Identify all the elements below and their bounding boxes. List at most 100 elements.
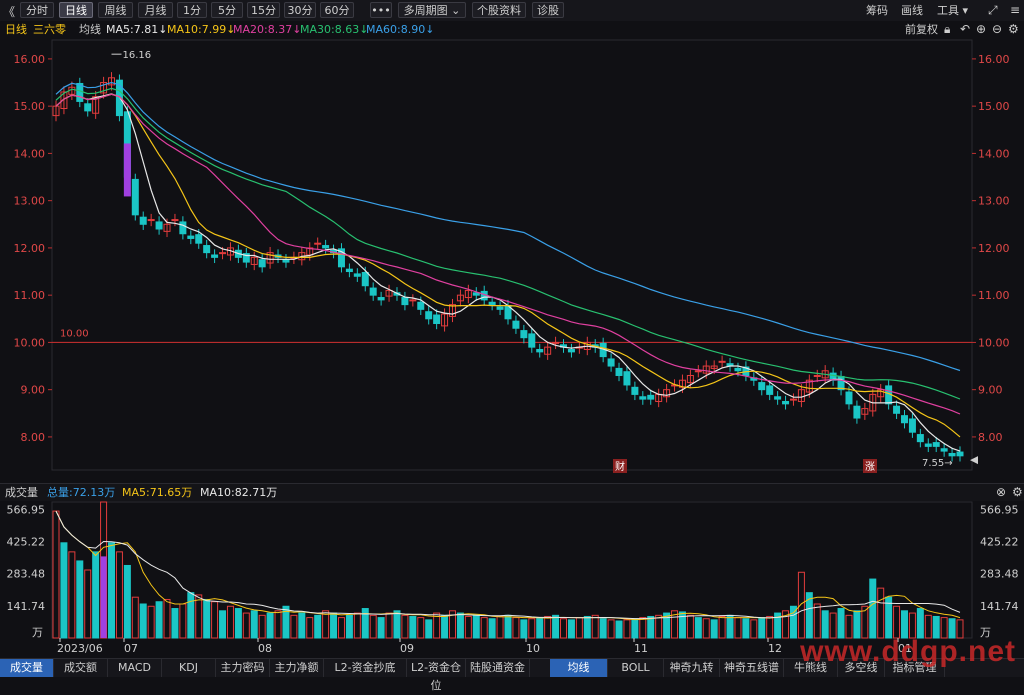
price-tick-label-right: 10.00 xyxy=(978,336,1010,349)
price-tick-label-right: 9.00 xyxy=(978,384,1003,397)
volume-bar xyxy=(488,618,496,639)
volume-bar xyxy=(639,617,647,639)
candle-body xyxy=(179,221,187,235)
volume-bar xyxy=(742,618,750,639)
volume-bar xyxy=(726,614,734,639)
candle-body xyxy=(813,374,821,377)
candle-body xyxy=(155,221,163,230)
volume-bar xyxy=(552,614,560,639)
volume-bar xyxy=(655,614,663,639)
indicator-tab-9[interactable]: 均线 xyxy=(550,659,608,677)
volume-bar xyxy=(139,603,147,639)
indicator-tab-1[interactable]: 成交额 xyxy=(54,659,108,677)
high-price-label: 16.16 xyxy=(123,50,152,61)
volume-bar xyxy=(758,617,766,639)
volume-unit-left: 万 xyxy=(32,626,43,639)
x-axis-label: 2023/06 xyxy=(57,642,103,655)
volume-bar xyxy=(274,610,282,639)
ma30-line xyxy=(55,87,961,400)
volume-bar xyxy=(187,592,195,639)
volume-bar xyxy=(226,605,234,639)
candle-body xyxy=(211,254,219,258)
candle-body xyxy=(782,400,790,405)
volume-bar xyxy=(734,617,742,639)
candle-body xyxy=(734,367,742,372)
candle-body xyxy=(187,235,195,239)
candle-body xyxy=(932,442,940,447)
volume-title[interactable]: 成交量 xyxy=(5,484,38,501)
indicator-tab-11[interactable]: 神奇九转 xyxy=(664,659,720,677)
volume-bar xyxy=(797,571,805,639)
candle-body xyxy=(845,391,853,405)
indicator-tab-10[interactable]: BOLL xyxy=(608,659,664,677)
candle-body xyxy=(647,394,655,400)
x-axis-label: 10 xyxy=(526,642,540,655)
volume-bar xyxy=(694,617,702,639)
volume-bar xyxy=(520,619,528,639)
kline-chart[interactable]: 16.00 16.00 15.00 15.00 14.00 14.00 13.00 13.00… xyxy=(0,0,1024,676)
volume-bar xyxy=(591,614,599,639)
indicator-tab-8[interactable]: 陆股通资金 xyxy=(466,659,530,677)
volume-bar xyxy=(512,617,520,639)
indicator-tab-7[interactable]: L2-资金仓位 xyxy=(407,659,466,692)
candle-body xyxy=(171,219,179,222)
candle-body xyxy=(377,297,385,301)
candle-body xyxy=(84,103,92,112)
volume-bar xyxy=(219,610,227,639)
candle-body xyxy=(567,349,575,353)
indicator-tab-12[interactable]: 神奇五线谱 xyxy=(720,659,784,677)
earnings-marker: 财 xyxy=(615,460,625,473)
candle-body xyxy=(940,448,948,452)
x-axis-label: 07 xyxy=(124,642,138,655)
volume-bar xyxy=(528,618,536,639)
indicator-tab-6[interactable]: L2-资金抄底 xyxy=(324,659,407,677)
price-tick-label-left: 8.00 xyxy=(21,431,46,444)
settings-icon[interactable]: ⚙ xyxy=(1012,484,1023,501)
indicator-tab-4[interactable]: 主力密码 xyxy=(216,659,270,677)
volume-bar xyxy=(314,614,322,639)
price-tick-label-left: 9.00 xyxy=(21,384,46,397)
volume-bar xyxy=(131,596,139,639)
volume-bar xyxy=(615,620,623,639)
watermark: www.ddgp.net xyxy=(800,635,1016,668)
candle-body xyxy=(718,360,726,363)
volume-bar xyxy=(76,560,84,639)
volume-bar xyxy=(560,618,568,639)
candle-body xyxy=(623,371,631,386)
volume-bar xyxy=(393,610,401,639)
price-frame xyxy=(51,39,973,471)
volume-bar xyxy=(330,612,338,639)
volume-bar xyxy=(441,614,449,639)
price-tick-label-right: 14.00 xyxy=(978,147,1010,160)
volume-bar xyxy=(234,608,242,639)
volume-bar xyxy=(623,619,631,639)
volume-tick-label-right: 566.95 xyxy=(980,503,1019,516)
volume-legend-bar: 成交量 总量:72.13万 MA5:71.65万 MA10:82.71万 ⊗ ⚙ xyxy=(0,483,1024,501)
indicator-tab-2[interactable]: MACD xyxy=(108,659,162,677)
candle-body xyxy=(401,297,409,306)
indicator-tab-3[interactable]: KDJ xyxy=(162,659,216,677)
indicator-tab-5[interactable]: 主力净额 xyxy=(270,659,324,677)
volume-bar xyxy=(417,617,425,639)
candle-body xyxy=(369,287,377,296)
volume-bar xyxy=(472,614,480,639)
close-icon[interactable]: ⊗ xyxy=(996,484,1006,501)
price-tick-label-left: 10.00 xyxy=(14,336,46,349)
candle-body xyxy=(916,434,924,443)
candle-body xyxy=(139,216,147,225)
volume-bar xyxy=(361,608,369,639)
volume-bar xyxy=(813,603,821,639)
volume-bar xyxy=(385,612,393,639)
volume-bar xyxy=(567,619,575,639)
volume-bar xyxy=(84,569,92,639)
volume-bar xyxy=(203,598,211,639)
volume-bar xyxy=(401,614,409,639)
volume-bar xyxy=(369,614,377,639)
x-axis-label: 08 xyxy=(258,642,272,655)
volume-bar xyxy=(425,619,433,639)
volume-tick-label-left: 141.74 xyxy=(7,600,46,613)
volume-bar xyxy=(163,598,171,639)
candle-body xyxy=(496,306,504,310)
volume-bar xyxy=(171,608,179,639)
indicator-tab-0[interactable]: 成交量 xyxy=(0,659,54,677)
